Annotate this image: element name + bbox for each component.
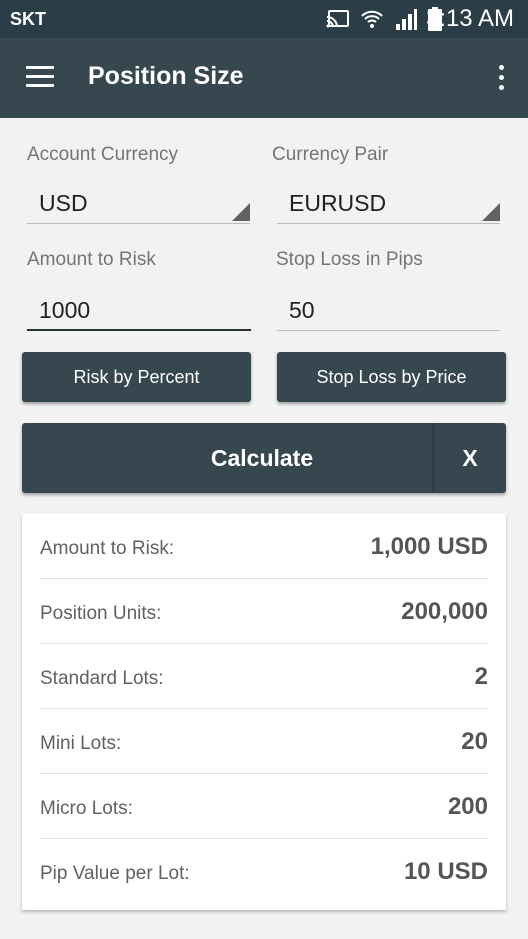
status-bar: SKT 3:13 AM [0,0,528,38]
result-row-position-units: Position Units: 200,000 [40,579,488,644]
hamburger-menu-icon[interactable] [26,66,56,88]
signal-icon [396,9,417,30]
results-card: Amount to Risk: 1,000 USD Position Units… [22,514,506,910]
result-row-micro-lots: Micro Lots: 200 [40,774,488,839]
result-label: Mini Lots: [40,733,122,754]
wifi-icon [361,10,383,28]
currency-pair-label: Currency Pair [272,144,389,165]
result-label: Micro Lots: [40,798,133,819]
clear-button[interactable]: X [434,423,506,493]
result-value: 2 [474,663,488,690]
result-label: Amount to Risk: [40,538,175,559]
cast-icon [326,10,349,28]
result-value: 10 USD [403,858,488,885]
currency-pair-dropdown[interactable]: EURUSD [277,184,500,224]
result-label: Position Units: [40,603,162,624]
amount-to-risk-value: 1000 [39,297,91,323]
app-bar: Position Size [0,38,528,118]
account-currency-value: USD [39,190,88,216]
calculate-button[interactable]: Calculate [22,423,432,493]
result-value: 20 [461,728,488,755]
calculate-button-group: Calculate X [22,423,506,493]
result-row-amount-to-risk: Amount to Risk: 1,000 USD [40,514,488,579]
account-currency-dropdown[interactable]: USD [27,184,250,224]
overflow-menu-icon[interactable] [496,65,506,91]
carrier-name: SKT [10,9,46,29]
result-label: Pip Value per Lot: [40,863,190,884]
result-row-pip-value: Pip Value per Lot: 10 USD [40,839,488,904]
currency-pair-value: EURUSD [289,190,387,216]
result-value: 1,000 USD [370,533,488,560]
result-row-standard-lots: Standard Lots: 2 [40,644,488,709]
stop-loss-input[interactable]: 50 [277,291,500,331]
stop-loss-by-price-button[interactable]: Stop Loss by Price [277,352,506,402]
stop-loss-value: 50 [289,297,315,323]
dropdown-arrow-icon [482,203,500,221]
stop-loss-label: Stop Loss in Pips [276,249,423,270]
result-value: 200,000 [401,598,488,625]
amount-to-risk-input[interactable]: 1000 [27,291,251,331]
dropdown-arrow-icon [232,203,250,221]
result-row-mini-lots: Mini Lots: 20 [40,709,488,774]
result-value: 200 [447,793,488,820]
page-title: Position Size [88,62,244,90]
result-label: Standard Lots: [40,668,164,689]
amount-to-risk-label: Amount to Risk [27,249,156,270]
clock: 3:13 AM [425,5,514,32]
risk-by-percent-button[interactable]: Risk by Percent [22,352,251,402]
account-currency-label: Account Currency [27,144,179,165]
